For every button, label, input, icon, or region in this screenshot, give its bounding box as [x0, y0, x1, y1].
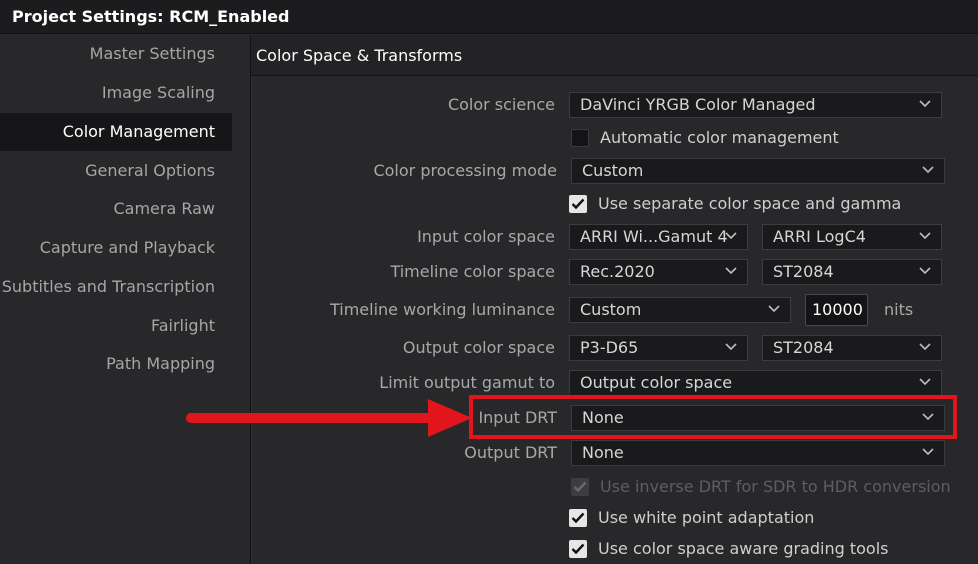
- timeline-color-space-dropdown[interactable]: Rec.2020: [569, 259, 748, 285]
- separate-gamma-checkbox[interactable]: [569, 195, 587, 213]
- sidebar-item-capture-playback[interactable]: Capture and Playback: [0, 229, 232, 267]
- timeline-luminance-value: Custom: [580, 300, 642, 319]
- auto-color-mgmt-label: Automatic color management: [600, 128, 839, 147]
- output-color-space-label: Output color space: [402, 338, 555, 357]
- chevron-down-icon: [919, 267, 931, 275]
- checkmark-icon: [571, 543, 585, 555]
- space-aware-label: Use color space aware grading tools: [598, 539, 889, 558]
- timeline-luminance-dropdown[interactable]: Custom: [569, 297, 791, 323]
- limit-gamut-value: Output color space: [580, 373, 733, 392]
- chevron-down-icon: [725, 343, 737, 351]
- color-science-dropdown[interactable]: DaVinci YRGB Color Managed: [569, 92, 942, 118]
- input-gamma-value: ARRI LogC4: [773, 227, 866, 246]
- timeline-color-space-label: Timeline color space: [390, 262, 555, 281]
- timeline-color-space-value: Rec.2020: [580, 262, 655, 281]
- chevron-down-icon: [725, 232, 737, 240]
- red-arrow-icon: [186, 399, 472, 437]
- output-drt-value: None: [582, 443, 624, 462]
- checkmark-icon: [573, 481, 587, 493]
- sidebar-item-general-options[interactable]: General Options: [0, 152, 232, 190]
- input-color-space-label: Input color space: [417, 227, 555, 246]
- input-drt-value: None: [582, 408, 624, 427]
- output-gamma-value: ST2084: [773, 338, 834, 357]
- nits-input[interactable]: 10000: [805, 294, 868, 326]
- processing-mode-value: Custom: [582, 161, 644, 180]
- processing-mode-dropdown[interactable]: Custom: [571, 158, 945, 184]
- chevron-down-icon: [919, 232, 931, 240]
- section-title: Color Space & Transforms: [251, 35, 978, 76]
- timeline-gamma-value: ST2084: [773, 262, 834, 281]
- limit-gamut-label: Limit output gamut to: [379, 373, 555, 392]
- chevron-down-icon: [725, 267, 737, 275]
- chevron-down-icon: [919, 378, 931, 386]
- white-point-label: Use white point adaptation: [598, 508, 815, 527]
- sidebar-item-subtitles[interactable]: Subtitles and Transcription: [0, 268, 232, 306]
- inverse-drt-label: Use inverse DRT for SDR to HDR conversio…: [600, 477, 951, 496]
- chevron-down-icon: [919, 343, 931, 351]
- settings-sidebar: Master Settings Image Scaling Color Mana…: [0, 35, 232, 564]
- input-gamma-dropdown[interactable]: ARRI LogC4: [762, 224, 942, 250]
- nits-unit-label: nits: [884, 300, 914, 319]
- output-drt-label: Output DRT: [464, 443, 557, 462]
- sidebar-item-color-management[interactable]: Color Management: [0, 113, 232, 151]
- timeline-luminance-label: Timeline working luminance: [329, 300, 555, 319]
- input-drt-dropdown[interactable]: None: [571, 405, 945, 431]
- color-science-value: DaVinci YRGB Color Managed: [580, 95, 816, 114]
- auto-color-mgmt-checkbox[interactable]: [571, 129, 589, 147]
- output-drt-dropdown[interactable]: None: [571, 440, 945, 466]
- chevron-down-icon: [922, 166, 934, 174]
- checkmark-icon: [571, 512, 585, 524]
- output-color-space-value: P3-D65: [580, 338, 639, 357]
- color-science-label: Color science: [447, 95, 555, 114]
- sidebar-item-image-scaling[interactable]: Image Scaling: [0, 74, 232, 112]
- separate-gamma-label: Use separate color space and gamma: [598, 194, 902, 213]
- sidebar-item-path-mapping[interactable]: Path Mapping: [0, 345, 232, 383]
- chevron-down-icon: [922, 413, 934, 421]
- window-title: Project Settings: RCM_Enabled: [0, 0, 978, 34]
- sidebar-item-master-settings[interactable]: Master Settings: [0, 35, 232, 73]
- white-point-checkbox[interactable]: [569, 509, 587, 527]
- space-aware-checkbox[interactable]: [569, 540, 587, 558]
- chevron-down-icon: [919, 100, 931, 108]
- inverse-drt-checkbox[interactable]: [571, 478, 589, 496]
- chevron-down-icon: [922, 448, 934, 456]
- output-gamma-dropdown[interactable]: ST2084: [762, 335, 942, 361]
- input-color-space-dropdown[interactable]: ARRI Wi...Gamut 4: [569, 224, 748, 250]
- limit-gamut-dropdown[interactable]: Output color space: [569, 370, 942, 396]
- sidebar-item-camera-raw[interactable]: Camera Raw: [0, 190, 232, 228]
- timeline-gamma-dropdown[interactable]: ST2084: [762, 259, 942, 285]
- output-color-space-dropdown[interactable]: P3-D65: [569, 335, 748, 361]
- processing-mode-label: Color processing mode: [373, 161, 557, 180]
- sidebar-item-fairlight[interactable]: Fairlight: [0, 307, 232, 345]
- input-color-space-value: ARRI Wi...Gamut 4: [580, 227, 728, 246]
- chevron-down-icon: [768, 305, 780, 313]
- checkmark-icon: [571, 198, 585, 210]
